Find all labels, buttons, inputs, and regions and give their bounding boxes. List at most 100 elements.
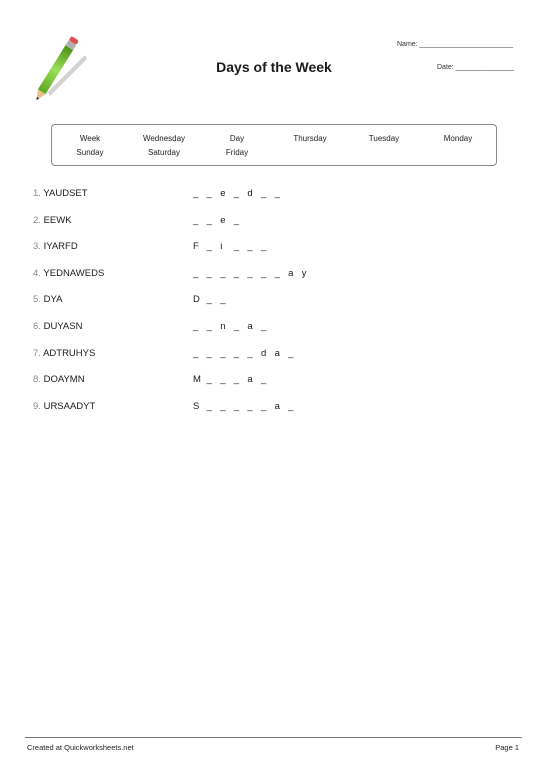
question-number: 5. xyxy=(33,294,41,306)
blank-letter: _ xyxy=(220,294,226,306)
word-bank-word: Week xyxy=(79,134,101,143)
blank-letter: _ xyxy=(260,400,267,412)
answer-hint[interactable]: F _ i _ _ _ xyxy=(193,241,275,252)
given-letter: e xyxy=(220,188,226,199)
blank-letter: _ xyxy=(260,267,267,279)
blank-letter: _ xyxy=(274,188,280,199)
question-number: 9. xyxy=(33,400,41,412)
word-bank-word: Sunday xyxy=(76,148,104,157)
given-letter: a xyxy=(288,267,294,279)
given-letter: a xyxy=(274,400,280,412)
scrambled-word: ADTRUHYS xyxy=(43,347,96,359)
question-item: 7. ADTRUHYS xyxy=(33,348,95,359)
given-letter: n xyxy=(220,321,226,332)
blank-letter: _ xyxy=(260,188,267,199)
given-letter: F xyxy=(193,241,199,253)
given-letter: e xyxy=(220,214,226,226)
answer-hint[interactable]: S _ _ _ _ _ a _ xyxy=(193,401,302,412)
answer-hint[interactable]: _ _ e _ xyxy=(193,215,247,226)
word-bank-word: Wednesday xyxy=(142,134,186,143)
blank-letter: _ xyxy=(206,374,212,386)
answer-hint[interactable]: _ _ n _ a _ xyxy=(193,321,275,332)
question-item: 9. URSAADYT xyxy=(33,401,95,412)
blank-letter: _ xyxy=(247,241,253,253)
question-number: 2. xyxy=(33,214,41,226)
question-number: 6. xyxy=(33,321,41,332)
given-letter: a xyxy=(247,374,253,386)
question-number: 7. xyxy=(33,347,41,359)
blank-letter: _ xyxy=(193,321,199,332)
blank-letter: _ xyxy=(220,374,226,386)
blank-letter: _ xyxy=(233,400,240,412)
word-bank-word: Tuesday xyxy=(368,134,400,143)
question-item: 6. DUYASN xyxy=(33,321,82,332)
word-bank: Week Wednesday Day Thursday Tuesday Mond… xyxy=(51,124,497,166)
blank-letter: _ xyxy=(206,241,212,253)
given-letter: M xyxy=(193,374,201,386)
question-number: 3. xyxy=(33,241,41,253)
blank-letter: _ xyxy=(233,214,240,226)
blank-letter: _ xyxy=(247,267,253,279)
answer-hint[interactable]: _ _ _ _ _ _ _ a y xyxy=(193,268,315,279)
blank-letter: _ xyxy=(247,400,253,412)
given-letter: d xyxy=(260,347,267,359)
name-field[interactable]: Name: ________________________ xyxy=(397,41,513,48)
blank-letter: _ xyxy=(220,347,226,359)
blank-letter: _ xyxy=(288,347,294,359)
blank-letter: _ xyxy=(193,214,199,226)
scrambled-word: URSAADYT xyxy=(43,400,96,412)
given-letter: i xyxy=(220,241,223,253)
answer-hint[interactable]: _ _ e _ d _ _ xyxy=(193,188,288,199)
question-number: 8. xyxy=(33,374,41,386)
scrambled-word: DOAYMN xyxy=(43,374,85,386)
blank-letter: _ xyxy=(233,267,240,279)
given-letter: D xyxy=(193,294,200,306)
blank-letter: _ xyxy=(260,241,267,253)
blank-letter: _ xyxy=(233,374,240,386)
word-bank-word: Friday xyxy=(225,148,249,157)
page-number: Page 1 xyxy=(495,743,519,752)
blank-letter: _ xyxy=(220,400,226,412)
blank-letter: _ xyxy=(233,188,240,199)
blank-letter: _ xyxy=(247,347,253,359)
blank-letter: _ xyxy=(206,321,212,332)
blank-letter: _ xyxy=(274,267,280,279)
given-letter: a xyxy=(274,347,280,359)
question-number: 4. xyxy=(33,267,41,279)
blank-letter: _ xyxy=(193,267,199,279)
blank-letter: _ xyxy=(193,188,199,199)
scrambled-word: IYARFD xyxy=(43,241,78,253)
question-item: 3. IYARFD xyxy=(33,241,78,252)
given-letter: a xyxy=(247,321,253,332)
question-item: 1. YAUDSET xyxy=(33,188,88,199)
blank-letter: _ xyxy=(233,321,240,332)
question-item: 8. DOAYMN xyxy=(33,374,85,385)
footer-divider xyxy=(25,737,522,738)
blank-letter: _ xyxy=(206,400,212,412)
scrambled-word: DUYASN xyxy=(43,321,83,332)
blank-letter: _ xyxy=(206,214,212,226)
answer-hint[interactable]: _ _ _ _ _ d a _ xyxy=(193,348,302,359)
word-bank-word: Monday xyxy=(443,134,473,143)
page-title: Days of the Week xyxy=(216,59,332,75)
blank-letter: _ xyxy=(206,188,212,199)
blank-letter: _ xyxy=(206,347,212,359)
question-number: 1. xyxy=(33,188,41,199)
footer-credit: Created at Quickworksheets.net xyxy=(27,743,134,752)
word-bank-word: Day xyxy=(229,134,245,143)
question-item: 5. DYA xyxy=(33,294,62,305)
word-bank-word: Thursday xyxy=(293,134,327,143)
blank-letter: _ xyxy=(206,294,212,306)
question-item: 4. YEDNAWEDS xyxy=(33,268,104,279)
scrambled-word: YAUDSET xyxy=(43,188,88,199)
question-item: 2. EEWK xyxy=(33,215,72,226)
blank-letter: _ xyxy=(233,241,240,253)
blank-letter: _ xyxy=(260,321,267,332)
scrambled-word: EEWK xyxy=(43,214,72,226)
blank-letter: _ xyxy=(206,267,212,279)
answer-hint[interactable]: D _ _ xyxy=(193,294,234,305)
answer-hint[interactable]: M _ _ _ a _ xyxy=(193,374,275,385)
given-letter: y xyxy=(301,267,307,279)
blank-letter: _ xyxy=(193,347,199,359)
scrambled-word: YEDNAWEDS xyxy=(43,267,105,279)
